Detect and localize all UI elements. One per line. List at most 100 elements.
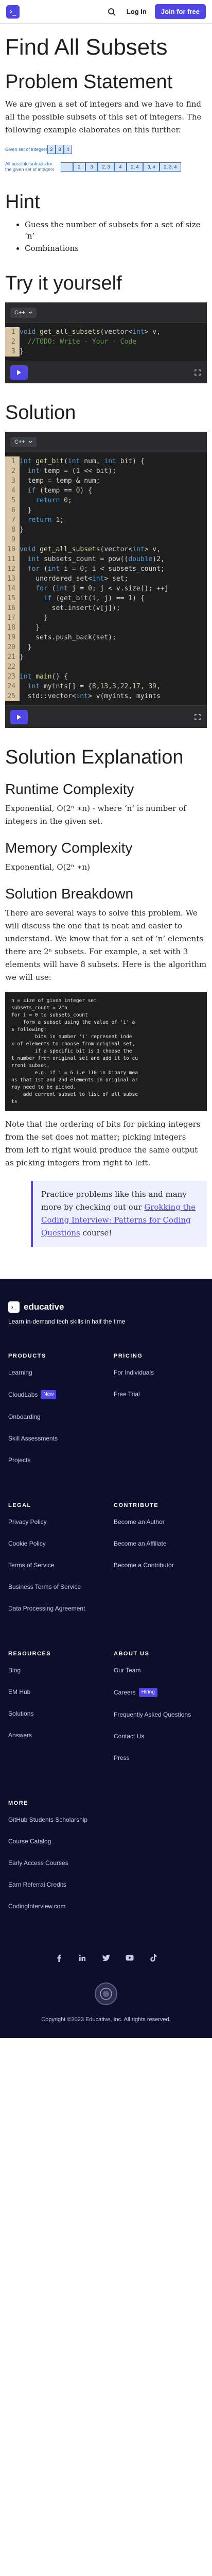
- footer-link-label: Privacy Policy: [8, 1518, 47, 1526]
- footer-link[interactable]: Free Trial: [114, 1390, 204, 1398]
- footer-link[interactable]: Answers: [8, 1731, 98, 1739]
- footer-link[interactable]: Press: [114, 1754, 204, 1762]
- callout-suffix: course!: [80, 1228, 112, 1238]
- hint-item: Guess the number of subsets for a set of…: [25, 219, 207, 242]
- footer-link[interactable]: Become an Author: [114, 1518, 204, 1526]
- login-button[interactable]: Log In: [123, 5, 150, 19]
- runtime-complexity-text: Exponential, O(2ⁿ ∗n) - where ‘n’ is num…: [5, 802, 207, 828]
- hint-list: Guess the number of subsets for a set of…: [5, 219, 207, 254]
- language-selector[interactable]: C++: [10, 307, 37, 318]
- footer-link-label: Course Catalog: [8, 1838, 51, 1845]
- memory-math: O(2ⁿ ∗n): [57, 862, 91, 872]
- footer-link[interactable]: Early Access Courses: [8, 1859, 98, 1867]
- runtime-math: O(2ⁿ ∗n): [57, 804, 91, 813]
- bit-ordering-note: Note that the ordering of bits for picki…: [5, 1120, 201, 1167]
- subsets-diagram: Given set of integers 2 3 4 All possible…: [5, 145, 207, 173]
- footer-column-more: MORE GitHub Students Scholarship Course …: [8, 1800, 98, 1924]
- memory-complexity-heading: Memory Complexity: [5, 840, 133, 856]
- linkedin-icon[interactable]: [78, 1954, 86, 1962]
- tiktok-icon[interactable]: [149, 1954, 157, 1962]
- footer-link[interactable]: Frequently Asked Questions: [114, 1710, 204, 1719]
- subset-cell: 2, 3: [98, 162, 114, 172]
- footer-link-label: Careers: [114, 1689, 136, 1696]
- footer-link[interactable]: Solutions: [8, 1709, 98, 1718]
- footer-link[interactable]: Data Processing Agreement: [8, 1604, 98, 1613]
- footer-column-heading: PRICING: [114, 1353, 143, 1359]
- run-button[interactable]: [10, 365, 28, 380]
- facebook-icon[interactable]: [55, 1954, 63, 1962]
- footer-link[interactable]: Projects: [8, 1456, 98, 1464]
- join-for-free-button[interactable]: Join for free: [154, 4, 206, 19]
- footer-link[interactable]: Privacy Policy: [8, 1518, 98, 1526]
- subset-cell: 3: [85, 162, 98, 172]
- footer-link-label: Business Terms of Service: [8, 1583, 81, 1590]
- run-button[interactable]: [10, 709, 28, 724]
- footer-link[interactable]: Blog: [8, 1666, 98, 1674]
- language-selector[interactable]: C++: [10, 436, 37, 447]
- footer-link[interactable]: Earn Referral Credits: [8, 1880, 98, 1889]
- footer-link[interactable]: GitHub Students Scholarship: [8, 1816, 98, 1824]
- code-widget-header: C++: [5, 432, 207, 452]
- problem-statement-heading: Problem Statement: [5, 71, 173, 93]
- footer-column-pricing: PRICING For Individuals Free Trial: [114, 1353, 204, 1478]
- footer-link[interactable]: Course Catalog: [8, 1837, 98, 1845]
- expand-icon[interactable]: [193, 368, 202, 377]
- twitter-icon[interactable]: [102, 1954, 110, 1962]
- footer-link[interactable]: Terms of Service: [8, 1561, 98, 1569]
- hiring-badge: Hiring: [138, 1688, 157, 1697]
- footer-link[interactable]: Business Terms of Service: [8, 1583, 98, 1591]
- solution-heading: Solution: [5, 402, 76, 423]
- footer-link-label: Solutions: [8, 1710, 34, 1717]
- footer-column-resources: RESOURCES Blog EM Hub Solutions Answers: [8, 1651, 98, 1775]
- footer-link-label: Free Trial: [114, 1391, 140, 1398]
- footer-link[interactable]: EM Hub: [8, 1688, 98, 1696]
- footer-column-contribute: CONTRIBUTE Become an Author Become an Af…: [114, 1502, 204, 1626]
- footer-link-label: Become an Affiliate: [114, 1540, 167, 1547]
- footer-link[interactable]: Cookie Policy: [8, 1539, 98, 1548]
- youtube-icon[interactable]: [126, 1954, 134, 1962]
- footer-link-label: CloudLabs: [8, 1391, 38, 1398]
- code-editor[interactable]: 1 void get_all_subsets(vector<int> v, 2 //…: [5, 323, 207, 361]
- given-cell: 3: [56, 145, 64, 154]
- subset-cell: [61, 162, 73, 172]
- play-icon: [17, 714, 21, 720]
- footer-link[interactable]: Contact Us: [114, 1732, 204, 1740]
- footer-link-label: Terms of Service: [8, 1562, 55, 1569]
- footer-link[interactable]: Become a Contributor: [114, 1561, 204, 1569]
- footer-link-label: GitHub Students Scholarship: [8, 1816, 88, 1823]
- footer-link[interactable]: Become an Affiliate: [114, 1539, 204, 1548]
- footer-link[interactable]: Onboarding: [8, 1413, 98, 1421]
- expand-icon[interactable]: [193, 713, 202, 721]
- algorithm-pseudocode: n = size of given integer set subsets_co…: [5, 992, 207, 1111]
- footer-brand[interactable]: ›_ educative: [8, 1301, 204, 1313]
- certification-seal-icon: [95, 1982, 117, 2005]
- page-title: Find All Subsets: [5, 35, 168, 60]
- footer-link[interactable]: Our Team: [114, 1666, 204, 1674]
- footer-tagline: Learn in-demand tech skills in half the …: [8, 1318, 126, 1325]
- new-badge: New: [41, 1390, 57, 1399]
- language-label: C++: [14, 309, 25, 316]
- solution-code[interactable]: 1 int get_bit(int num, int bit) {2 int te…: [5, 452, 207, 705]
- footer-link-label: Press: [114, 1754, 130, 1761]
- footer-link-label: Contact Us: [114, 1733, 145, 1740]
- chevron-down-icon: [28, 440, 32, 443]
- footer-link[interactable]: CloudLabs New: [8, 1390, 98, 1399]
- search-icon[interactable]: [106, 6, 117, 18]
- memory-complexity-text: Exponential, O(2ⁿ ∗n): [5, 861, 207, 874]
- footer-column-heading: LEGAL: [8, 1502, 31, 1509]
- footer-link-label: Become a Contributor: [114, 1562, 174, 1569]
- play-icon: [17, 369, 21, 375]
- copyright-text: Copyright ©2023 Educative, Inc. All righ…: [41, 2016, 171, 2023]
- hint-heading: Hint: [5, 191, 40, 213]
- chevron-down-icon: [28, 311, 32, 314]
- code-widget-footer: [5, 705, 207, 728]
- footer-link[interactable]: CodingInterview.com: [8, 1902, 98, 1910]
- footer-link[interactable]: Learning: [8, 1368, 98, 1377]
- footer-link[interactable]: For Individuals: [114, 1368, 204, 1377]
- educative-logo[interactable]: ›_: [6, 5, 20, 19]
- footer-link[interactable]: Careers Hiring: [114, 1688, 204, 1697]
- footer-link-label: For Individuals: [114, 1369, 154, 1376]
- footer-column-legal: LEGAL Privacy Policy Cookie Policy Terms…: [8, 1502, 98, 1626]
- given-set-label: Given set of integers: [5, 146, 48, 152]
- footer-link[interactable]: Skill Assessments: [8, 1434, 98, 1443]
